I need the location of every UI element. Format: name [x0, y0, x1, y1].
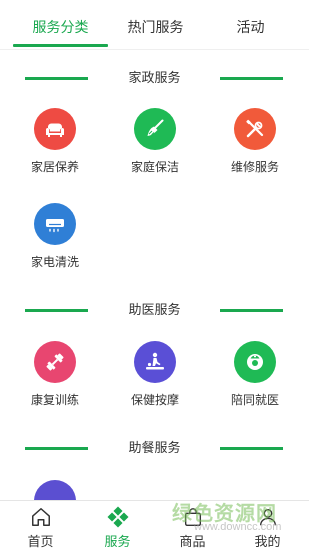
section-divider-right	[220, 447, 283, 450]
service-label: 保健按摩	[130, 393, 179, 407]
nav-home[interactable]: 首页	[2, 501, 79, 550]
nav-label: 我的	[254, 534, 281, 549]
service-medical-escort[interactable]: 陪同就医	[210, 341, 300, 407]
nav-label: 首页	[27, 534, 54, 549]
meal-service-icon-partial[interactable]	[34, 480, 76, 500]
tab-popular-services[interactable]: 热门服务	[108, 17, 203, 37]
air-conditioner-icon	[34, 203, 76, 245]
meal-icon	[34, 480, 76, 500]
user-icon	[259, 508, 277, 526]
tabs-divider	[0, 49, 309, 50]
section-divider-right	[220, 77, 283, 80]
service-label: 康复训练	[30, 393, 79, 407]
nav-label: 服务	[104, 534, 131, 549]
service-label: 陪同就医	[230, 393, 279, 407]
service-health-massage[interactable]: 保健按摩	[110, 341, 200, 407]
service-label: 维修服务	[230, 160, 279, 174]
nav-label: 商品	[179, 534, 206, 549]
section-header-medical-assist: 助医服务	[0, 300, 309, 320]
sofa-icon	[34, 108, 76, 150]
top-tab-bar: 服务分类 热门服务 活动	[0, 0, 309, 50]
nav-services[interactable]: 服务	[79, 501, 156, 550]
section-divider-right	[220, 309, 283, 312]
service-house-cleaning[interactable]: 家庭保洁	[110, 108, 200, 174]
service-label: 家居保养	[30, 160, 79, 174]
bottom-navigation: 首页 服务 商品 我的	[0, 500, 309, 550]
tab-activities[interactable]: 活动	[203, 17, 298, 37]
dumbbell-icon	[34, 341, 76, 383]
tab-service-category[interactable]: 服务分类	[13, 17, 108, 37]
nav-profile[interactable]: 我的	[229, 501, 306, 550]
service-home-maintenance[interactable]: 家居保养	[10, 108, 100, 174]
broom-icon	[134, 108, 176, 150]
tools-icon	[234, 108, 276, 150]
massage-icon	[134, 341, 176, 383]
service-repair[interactable]: 维修服务	[210, 108, 300, 174]
nav-products[interactable]: 商品	[154, 501, 231, 550]
section-header-meal-assist: 助餐服务	[0, 438, 309, 458]
shopping-bag-icon	[184, 508, 202, 526]
active-tab-indicator	[13, 44, 108, 47]
section-header-housekeeping: 家政服务	[0, 68, 309, 88]
service-appliance-cleaning[interactable]: 家电清洗	[10, 203, 100, 269]
home-icon	[32, 508, 50, 526]
service-label: 家电清洗	[30, 255, 79, 269]
service-rehab-training[interactable]: 康复训练	[10, 341, 100, 407]
service-label: 家庭保洁	[130, 160, 179, 174]
nurse-icon	[234, 341, 276, 383]
service-diamond-icon	[107, 506, 129, 528]
